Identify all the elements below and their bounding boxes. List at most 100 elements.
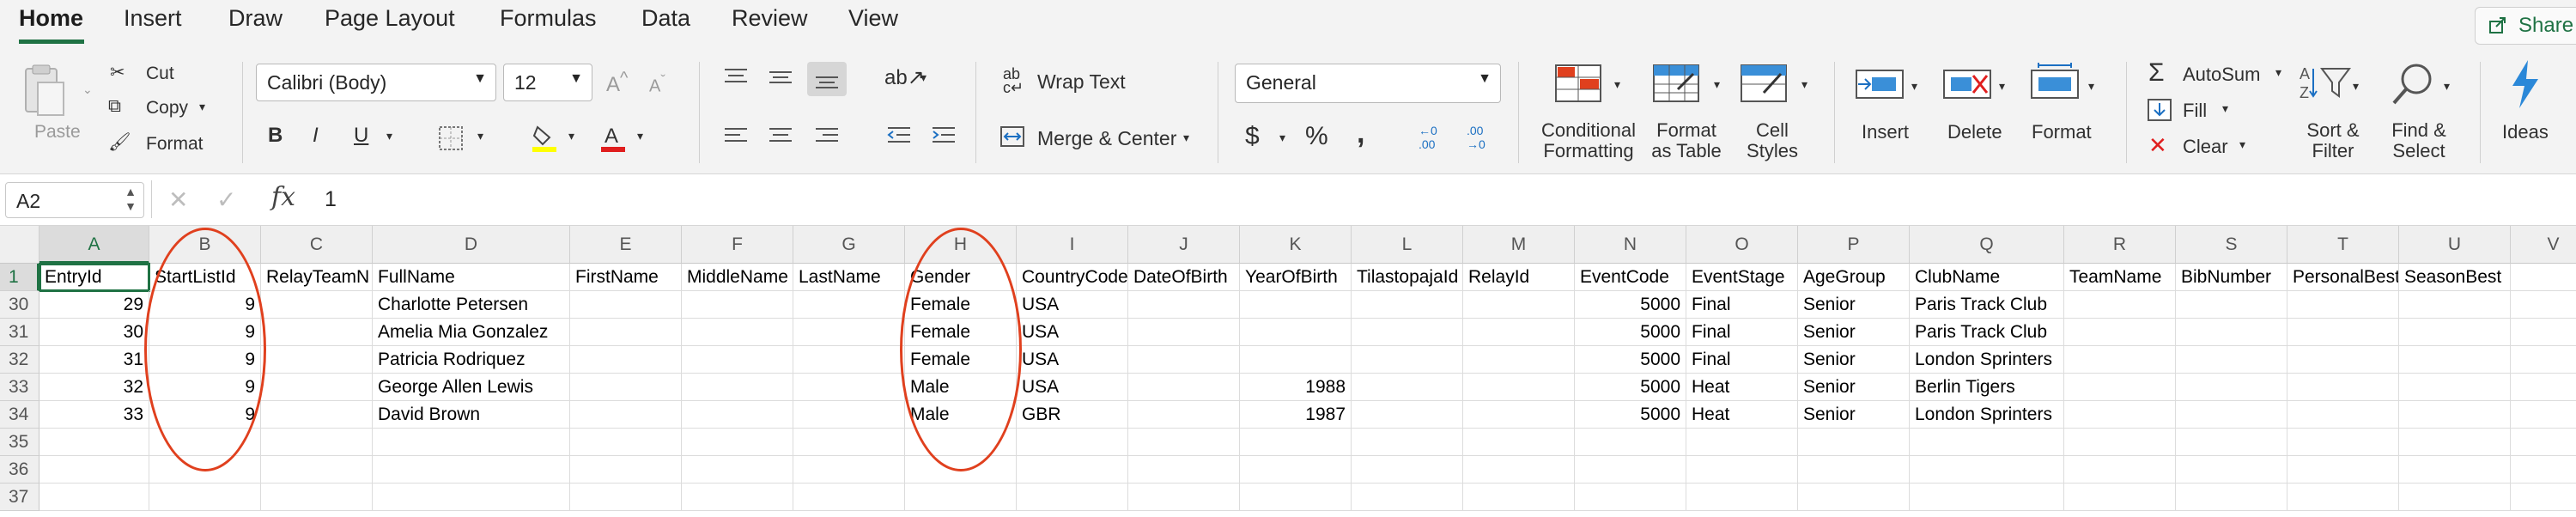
grid-cell[interactable] [1352,401,1463,429]
grid-cell[interactable]: Senior [1798,401,1910,429]
grid-cell[interactable] [1017,484,1128,511]
row-header[interactable]: 30 [0,291,39,319]
grid-cell[interactable]: 29 [39,291,149,319]
grid-cell[interactable] [39,456,149,484]
grid-cell[interactable]: London Sprinters [1910,346,2064,374]
grid-cell[interactable]: Female [905,291,1017,319]
grid-cell[interactable] [905,484,1017,511]
grid-cell[interactable] [570,291,682,319]
grid-cell[interactable] [2287,374,2399,401]
grid-cell[interactable] [2511,291,2576,319]
grid-cell[interactable] [2399,374,2511,401]
grid-cell[interactable]: Female [905,346,1017,374]
grid-cell[interactable] [1910,429,2064,456]
grid-cell[interactable] [2511,346,2576,374]
header-cell[interactable]: SeasonBest [2399,264,2511,291]
grid-cell[interactable] [2511,456,2576,484]
grid-cell[interactable]: USA [1017,346,1128,374]
grid-cell[interactable] [2511,484,2576,511]
grid-cell[interactable] [793,429,905,456]
grid-cell[interactable] [2399,401,2511,429]
grid-cell[interactable]: Senior [1798,319,1910,346]
grid-cell[interactable] [149,429,261,456]
grid-cell[interactable] [1240,346,1352,374]
tab-data[interactable]: Data [641,5,690,32]
grid-cell[interactable] [793,346,905,374]
name-box[interactable]: A2 ▲ ▼ [5,182,144,218]
grid-cell[interactable] [2511,401,2576,429]
font-color-chevron-icon[interactable]: ▾ [637,129,643,143]
currency-chevron-icon[interactable]: ▾ [1279,131,1285,145]
grid-cell[interactable] [261,319,373,346]
grid-cell[interactable] [261,291,373,319]
tab-home[interactable]: Home [19,5,83,32]
column-header-M[interactable]: M [1463,226,1575,264]
column-header-K[interactable]: K [1240,226,1352,264]
tab-draw[interactable]: Draw [228,5,283,32]
grid-cell[interactable]: 5000 [1575,291,1686,319]
grid-cell[interactable] [2511,319,2576,346]
grid-cell[interactable]: USA [1017,319,1128,346]
grid-cell[interactable] [682,291,793,319]
grid-cell[interactable] [39,484,149,511]
cut-button[interactable]: Cut [146,64,174,84]
column-header-N[interactable]: N [1575,226,1686,264]
conditional-formatting-button[interactable]: Conditional Formatting [1537,120,1640,161]
grid-cell[interactable] [1910,456,2064,484]
grid-cell[interactable]: David Brown [373,401,570,429]
row-header[interactable]: 1 [0,264,39,291]
grid-cell[interactable] [1128,346,1240,374]
grid-cell[interactable]: 5000 [1575,346,1686,374]
header-cell[interactable]: BibNumber [2176,264,2287,291]
grid-cell[interactable] [570,429,682,456]
grid-cell[interactable]: 5000 [1575,319,1686,346]
sort-filter-button[interactable]: Sort & Filter [2301,120,2365,161]
row-header[interactable]: 31 [0,319,39,346]
column-header-S[interactable]: S [2176,226,2287,264]
grid-cell[interactable] [793,291,905,319]
column-header-D[interactable]: D [373,226,570,264]
grid-cell[interactable] [1240,429,1352,456]
grid-cell[interactable] [1798,484,1910,511]
name-box-stepper-icon[interactable]: ▲ ▼ [125,185,137,214]
grid-cell[interactable] [1463,484,1575,511]
grid-cell[interactable] [261,429,373,456]
align-left-icon[interactable] [723,125,749,150]
grid-cell[interactable] [1686,429,1798,456]
borders-chevron-icon[interactable]: ▾ [477,129,483,143]
header-cell[interactable] [2511,264,2576,291]
grid-cell[interactable]: 31 [39,346,149,374]
header-cell[interactable]: FirstName [570,264,682,291]
grid-cell[interactable] [2399,291,2511,319]
font-color-icon[interactable]: A [599,122,627,157]
orientation-chevron-icon[interactable]: ▾ [920,70,927,85]
grid-cell[interactable] [2176,374,2287,401]
paste-chevron-icon[interactable]: ⌄ [82,82,93,97]
header-cell[interactable]: MiddleName [682,264,793,291]
column-header-E[interactable]: E [570,226,682,264]
fill-color-chevron-icon[interactable]: ▾ [568,129,574,143]
grid-cell[interactable]: 5000 [1575,401,1686,429]
grid-cell[interactable] [2399,429,2511,456]
grid-cell[interactable] [682,374,793,401]
grid-cell[interactable] [1352,374,1463,401]
bold-button[interactable]: B [268,124,283,148]
header-cell[interactable]: DateOfBirth [1128,264,1240,291]
tab-view[interactable]: View [848,5,898,32]
grid-cell[interactable] [2511,374,2576,401]
header-cell[interactable]: RelayTeamN [261,264,373,291]
grid-cell[interactable] [261,456,373,484]
grid-cell[interactable]: Senior [1798,291,1910,319]
grid-cell[interactable] [2287,401,2399,429]
grid-cell[interactable] [682,319,793,346]
grid-cell[interactable] [793,401,905,429]
format-as-table-button[interactable]: Format as Table [1645,120,1728,161]
grid-cell[interactable]: 1988 [1240,374,1352,401]
grid-cell[interactable] [570,374,682,401]
grid-cell[interactable] [149,456,261,484]
merge-chevron-icon[interactable]: ▾ [1183,131,1189,145]
grid-cell[interactable] [2064,484,2176,511]
grid-cell[interactable] [1463,291,1575,319]
grid-cell[interactable] [905,456,1017,484]
grid-cell[interactable] [2176,456,2287,484]
